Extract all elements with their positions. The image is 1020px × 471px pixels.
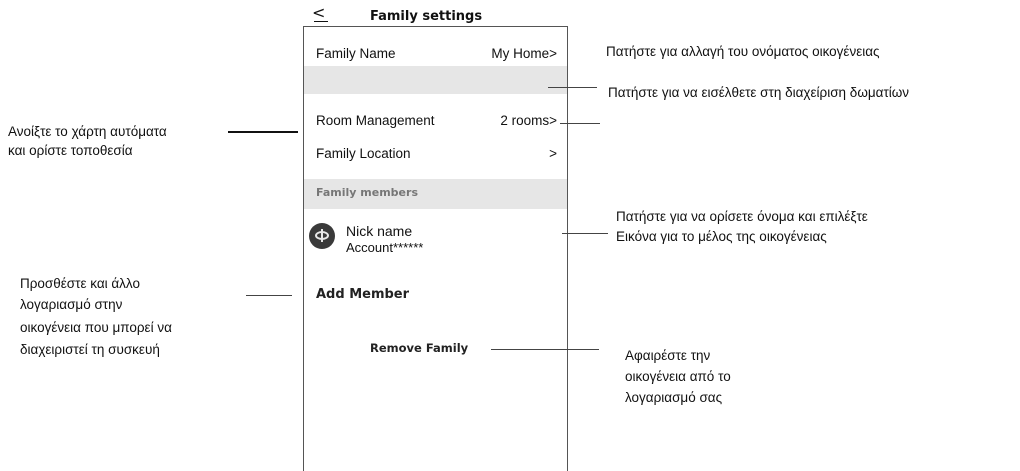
member-avatar[interactable] xyxy=(309,223,335,249)
family-location-row[interactable]: Family Location > xyxy=(304,146,567,166)
note-rename: Πατήστε για αλλαγή του ονόματος οικογένε… xyxy=(606,44,880,59)
room-management-row[interactable]: Room Management 2 rooms> xyxy=(304,113,567,133)
note-rooms: Πατήστε για να εισέλθετε στη διαχείριση … xyxy=(608,85,910,100)
family-name-label: Family Name xyxy=(316,46,396,61)
leader-remove xyxy=(491,349,599,350)
room-management-value: 2 rooms> xyxy=(500,113,557,128)
room-management-label: Room Management xyxy=(316,113,435,128)
family-name-row[interactable]: Family Name My Home> xyxy=(304,46,567,66)
leader-map xyxy=(228,131,298,133)
add-member-button[interactable]: Add Member xyxy=(316,287,409,302)
back-arrow-underline xyxy=(314,21,328,22)
note-map-2: και ορίστε τοποθεσία xyxy=(8,143,133,158)
remove-family-button[interactable]: Remove Family xyxy=(370,341,468,355)
note-remove-1: Αφαιρέστε την xyxy=(625,348,711,363)
member-nick-name[interactable]: Nick name xyxy=(346,223,412,239)
note-member-2: Εικόνα για το μέλος της οικογένειας xyxy=(616,229,827,244)
leader-member xyxy=(562,233,608,234)
leader-rooms xyxy=(548,87,597,88)
note-add-3: οικογένεια που μπορεί να xyxy=(20,320,172,335)
note-map-1: Ανοίξτε το χάρτη αυτόματα xyxy=(8,124,167,139)
note-member-1: Πατήστε για να ορίσετε όνομα και επιλέξτ… xyxy=(616,209,868,224)
back-arrow-icon[interactable]: < xyxy=(312,5,326,21)
note-add-1: Προσθέστε και άλλο xyxy=(20,276,140,291)
member-account: Account****** xyxy=(346,240,424,255)
leader-room-management xyxy=(560,123,600,124)
family-location-chevron: > xyxy=(549,146,557,161)
page-title: Family settings xyxy=(370,9,483,24)
family-name-value: My Home> xyxy=(491,46,557,61)
family-members-label: Family members xyxy=(316,186,418,199)
note-remove-2: οικογένεια από το xyxy=(625,369,731,384)
room-entry-bar[interactable] xyxy=(304,66,567,94)
note-add-4: διαχειριστεί τη συσκευή xyxy=(20,342,160,357)
note-add-2: λογαριασμό στην xyxy=(20,297,123,312)
note-remove-3: λογαριασμό σας xyxy=(625,390,723,405)
leader-add xyxy=(246,295,292,296)
family-location-label: Family Location xyxy=(316,146,411,161)
